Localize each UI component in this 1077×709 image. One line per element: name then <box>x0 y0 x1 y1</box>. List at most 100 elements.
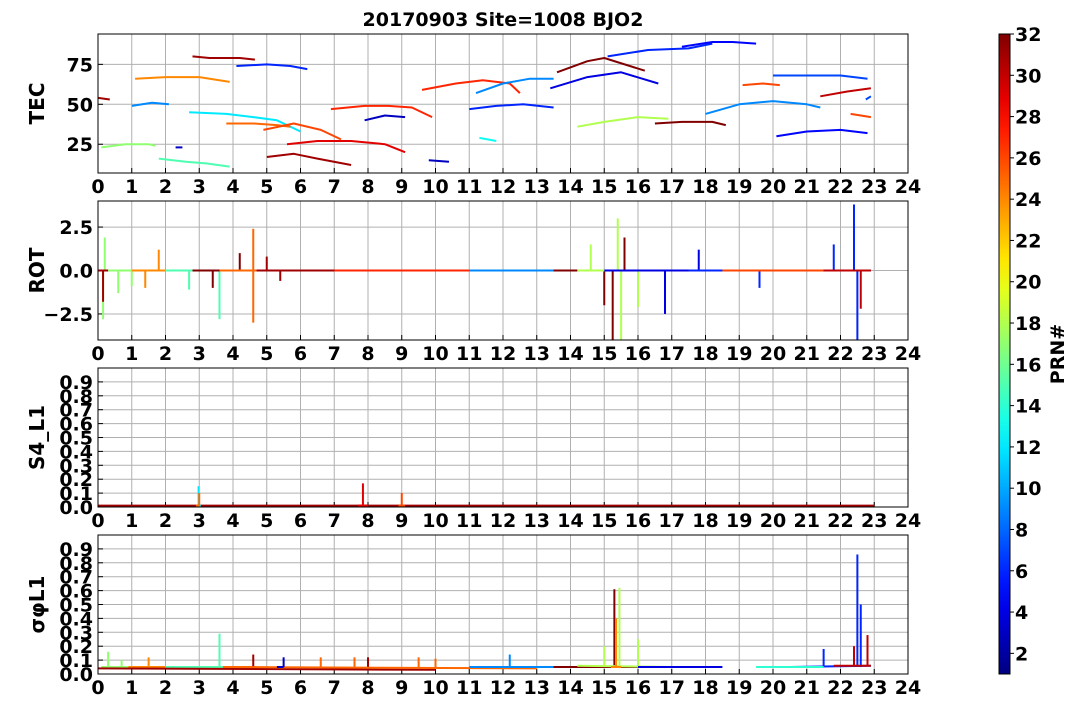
panel-s4-l1: 0 1 2 3 4 5 6 7 8 9 10 11 12 13 14 15 16 17 18 19 20 21 22 23 24… <box>25 367 921 532</box>
x-tick-label: 13 <box>524 677 550 699</box>
x-tick-label: 6 <box>294 510 307 532</box>
x-tick-label: 10 <box>422 510 448 532</box>
x-tick-label: 4 <box>226 343 239 365</box>
colorbar: 2468101214161820222426283032 <box>998 24 1041 675</box>
x-tick-label: 7 <box>328 677 341 699</box>
x-tick-label: 1 <box>125 176 138 198</box>
x-tick-label: 22 <box>827 510 853 532</box>
series-line-prn-5 <box>681 41 757 48</box>
x-tick-label: 1 <box>125 510 138 532</box>
x-tick-label: 9 <box>395 176 408 198</box>
y-axis-label: σφL1 <box>25 576 49 634</box>
x-tick-label: 1 <box>125 677 138 699</box>
colorbar-tick-label: 2 <box>1015 643 1028 665</box>
y-axis-label: ROT <box>25 247 49 293</box>
x-tick-label: 18 <box>692 510 718 532</box>
series-line-prn-7 <box>865 95 872 101</box>
x-tick-label: 21 <box>794 343 820 365</box>
x-tick-label: 18 <box>692 343 718 365</box>
x-tick-label: 22 <box>827 343 853 365</box>
colorbar-tick-label: 4 <box>1015 602 1028 624</box>
colorbar-tick-label: 10 <box>1015 478 1041 500</box>
x-tick-label: 11 <box>456 510 482 532</box>
x-tick-label: 20 <box>760 677 786 699</box>
x-tick-label: 16 <box>625 176 651 198</box>
x-tick-label: 12 <box>490 343 516 365</box>
x-tick-label: 21 <box>794 176 820 198</box>
x-tick-label: 7 <box>328 176 341 198</box>
series-line-prn-26 <box>850 112 872 119</box>
colorbar-label: PRN# <box>1047 324 1069 384</box>
x-tick-label: 3 <box>193 343 206 365</box>
x-tick-label: 5 <box>260 677 273 699</box>
series-line-prn-18 <box>577 116 669 128</box>
x-tick-label: 12 <box>490 677 516 699</box>
colorbar-tick-label: 6 <box>1015 561 1028 583</box>
series-line-prn-6 <box>236 63 308 71</box>
y-tick-label: 2.5 <box>59 217 93 239</box>
series-line-prn-30 <box>820 87 872 98</box>
x-tick-label: 5 <box>260 343 273 365</box>
x-tick-label: 24 <box>895 510 921 532</box>
series-line-prn-31 <box>266 152 352 166</box>
x-tick-label: 3 <box>193 176 206 198</box>
x-tick-label: 19 <box>726 510 752 532</box>
panel-rot: 0 1 2 3 4 5 6 7 8 9 10 11 12 13 14 15 16 17 18 19 20 21 22 23 24… <box>25 200 921 365</box>
x-tick-label: 3 <box>193 510 206 532</box>
x-tick-label: 23 <box>861 343 887 365</box>
series-line-prn-29 <box>286 140 406 154</box>
x-tick-label: 9 <box>395 343 408 365</box>
x-tick-label: 10 <box>422 677 448 699</box>
series-line-prn-12 <box>189 111 301 133</box>
colorbar-tick-label: 30 <box>1015 65 1041 87</box>
colorbar-tick-label: 22 <box>1015 230 1041 252</box>
series-line-prn-3 <box>364 114 406 122</box>
x-tick-label: 16 <box>625 677 651 699</box>
y-tick-label: 75 <box>67 54 93 76</box>
x-tick-label: 0 <box>91 677 104 699</box>
series-line-prn-15 <box>158 157 230 168</box>
x-tick-label: 15 <box>591 343 617 365</box>
x-tick-label: 5 <box>260 510 273 532</box>
x-tick-label: 12 <box>490 176 516 198</box>
x-tick-label: 15 <box>591 176 617 198</box>
x-tick-label: 23 <box>861 176 887 198</box>
x-tick-label: 20 <box>760 176 786 198</box>
x-tick-label: 20 <box>760 510 786 532</box>
series-line-prn-32 <box>654 120 727 127</box>
colorbar-tick-label: 14 <box>1015 396 1041 418</box>
x-tick-label: 13 <box>524 510 550 532</box>
x-tick-label: 3 <box>193 677 206 699</box>
x-tick-label: 2 <box>159 677 172 699</box>
x-tick-label: 16 <box>625 510 651 532</box>
x-tick-label: 17 <box>659 343 685 365</box>
x-tick-label: 8 <box>361 176 374 198</box>
series-group <box>98 554 871 671</box>
x-tick-label: 8 <box>361 510 374 532</box>
colorbar-tick-label: 32 <box>1015 24 1041 46</box>
y-tick-label: 0.9 <box>59 539 93 561</box>
x-tick-label: 2 <box>159 343 172 365</box>
series-line-prn-7 <box>773 74 868 80</box>
x-tick-label: 21 <box>794 677 820 699</box>
panel-tec: 0 1 2 3 4 5 6 7 8 9 10 11 12 13 14 15 16 17 18 19 20 21 22 23 24… <box>25 33 921 198</box>
y-tick-label: 25 <box>67 134 93 156</box>
series-line-prn-3 <box>428 159 450 163</box>
x-tick-label: 5 <box>260 176 273 198</box>
x-tick-label: 13 <box>524 176 550 198</box>
x-tick-label: 14 <box>557 510 583 532</box>
x-tick-label: 17 <box>659 176 685 198</box>
series-line-prn-13 <box>479 136 497 142</box>
series-line-prn-31 <box>192 55 256 61</box>
x-tick-label: 8 <box>361 677 374 699</box>
series-line-prn-6 <box>469 103 554 111</box>
x-tick-label: 4 <box>226 176 239 198</box>
x-tick-label: 4 <box>226 510 239 532</box>
x-tick-label: 1 <box>125 343 138 365</box>
x-tick-label: 22 <box>827 677 853 699</box>
x-tick-label: 11 <box>456 176 482 198</box>
x-tick-label: 4 <box>226 677 239 699</box>
x-tick-label: 6 <box>294 677 307 699</box>
x-tick-label: 12 <box>490 510 516 532</box>
x-tick-label: 23 <box>861 677 887 699</box>
